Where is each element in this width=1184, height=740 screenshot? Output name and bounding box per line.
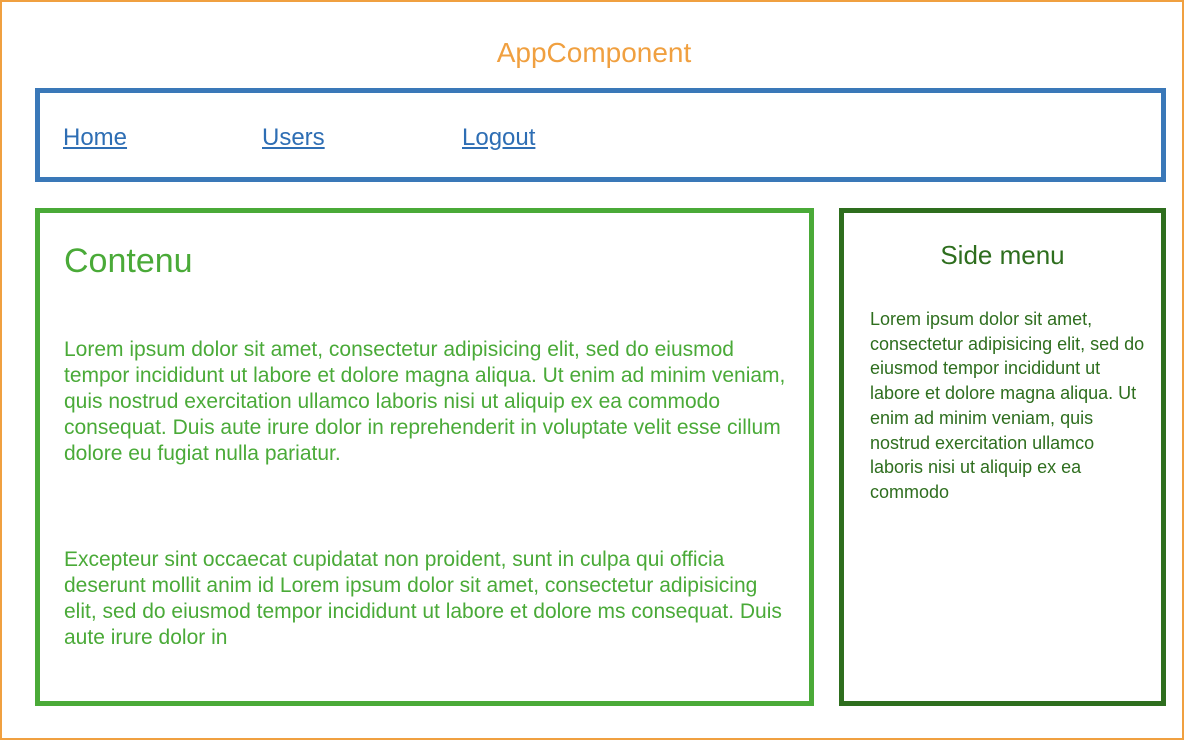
nav-link-logout[interactable]: Logout [462,123,535,153]
side-menu-title: Side menu [940,240,1065,270]
nav-link-users[interactable]: Users [262,123,325,153]
content-paragraph: Excepteur sint occaecat cupidatat non pr… [64,548,782,649]
app-title: AppComponent [496,37,692,68]
content-paragraph: Lorem ipsum dolor sit amet, consectetur … [64,338,786,465]
content-panel: Contenu Lorem ipsum dolor sit amet, cons… [35,208,814,706]
content-title: Contenu [64,242,193,280]
side-menu-text: Lorem ipsum dolor sit amet, consectetur … [870,309,1145,502]
app-component: AppComponent Home Users Logout Contenu L… [0,0,1184,740]
navbar: Home Users Logout [35,88,1166,182]
nav-link-home[interactable]: Home [63,123,127,153]
side-menu-panel: Side menu Lorem ipsum dolor sit amet, co… [839,208,1166,706]
